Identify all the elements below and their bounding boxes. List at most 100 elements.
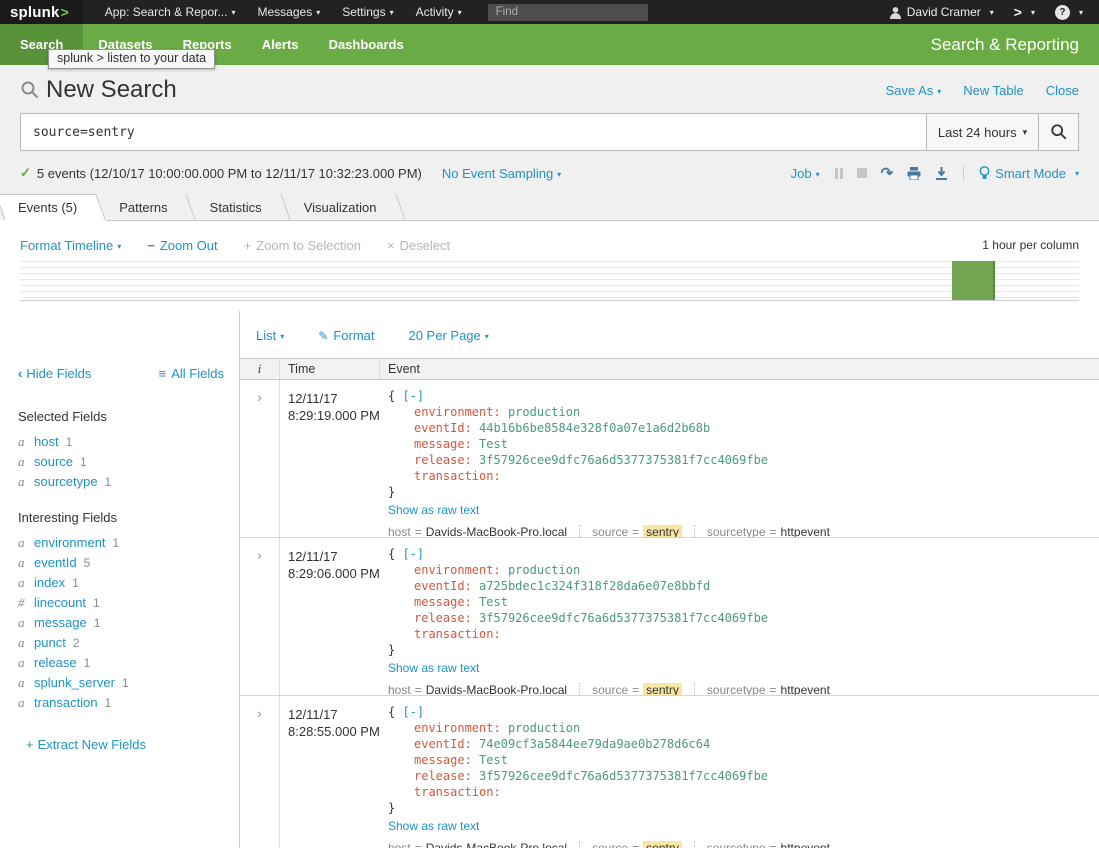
hide-fields-button[interactable]: Hide Fields — [18, 366, 91, 381]
splunk-logo[interactable]: splunk> — [0, 0, 83, 24]
json-collapse-toggle[interactable]: [-] — [402, 547, 424, 561]
host-field[interactable]: host=Davids-MacBook-Pro.local — [388, 841, 567, 848]
json-value[interactable]: a725bdec1c324f318f28da6e07e8bbfd — [479, 579, 710, 593]
chevron-down-icon — [231, 8, 235, 17]
fields-sidebar: Hide Fields All Fields Selected Fields a… — [0, 311, 240, 848]
list-view-menu[interactable]: List — [256, 328, 284, 343]
field-type-icon: a — [18, 695, 34, 711]
search-mode-menu[interactable]: Smart Mode — [979, 166, 1079, 181]
json-value[interactable]: 74e09cf3a5844ee79da9ae0b278d6c64 — [479, 737, 710, 751]
json-value[interactable]: production — [508, 405, 580, 419]
timeline-scale-label: 1 hour per column — [982, 238, 1079, 252]
nav-tab-alerts[interactable]: Alerts — [247, 24, 314, 65]
field-sourcetype[interactable]: asourcetype1 — [18, 474, 239, 494]
field-source[interactable]: asource1 — [18, 454, 239, 474]
json-value[interactable]: Test — [479, 437, 508, 451]
user-menu[interactable]: David Cramer — [889, 5, 994, 19]
extract-new-fields-button[interactable]: Extract New Fields — [26, 737, 239, 752]
deselect-button[interactable]: Deselect — [387, 238, 450, 253]
field-transaction[interactable]: atransaction1 — [18, 695, 239, 715]
all-fields-button[interactable]: All Fields — [159, 366, 224, 381]
activity-menu[interactable]: Activity — [416, 5, 462, 19]
events-table-header: i Time Event — [240, 358, 1099, 380]
messages-menu[interactable]: Messages — [258, 5, 321, 19]
field-punct[interactable]: apunct2 — [18, 635, 239, 655]
sourcetype-field[interactable]: sourcetype=httpevent — [694, 841, 830, 848]
field-splunk-server[interactable]: asplunk_server1 — [18, 675, 239, 695]
sourcetype-field[interactable]: sourcetype=httpevent — [694, 525, 830, 538]
field-name: source — [34, 454, 73, 469]
format-timeline-menu[interactable]: Format Timeline — [20, 238, 121, 253]
source-field[interactable]: source=sentry — [579, 683, 682, 696]
field-eventid[interactable]: aeventId5 — [18, 555, 239, 575]
app-menu[interactable]: App: Search & Repor... — [105, 5, 236, 19]
zoom-out-button[interactable]: Zoom Out — [147, 238, 217, 253]
field-linecount[interactable]: #linecount1 — [18, 595, 239, 615]
source-field[interactable]: source=sentry — [579, 525, 682, 538]
event-sampling-menu[interactable]: No Event Sampling — [442, 166, 561, 181]
pause-icon[interactable] — [835, 168, 843, 179]
json-value[interactable]: production — [508, 563, 580, 577]
find-input[interactable] — [488, 4, 648, 21]
field-count: 1 — [122, 676, 129, 690]
tab-statistics[interactable]: Statistics — [192, 194, 286, 220]
expand-event-icon[interactable]: › — [257, 390, 262, 404]
share-icon[interactable] — [881, 164, 894, 182]
field-count: 1 — [80, 455, 87, 469]
close-button[interactable]: Close — [1046, 83, 1079, 98]
field-name: punct — [34, 635, 66, 650]
show-raw-link[interactable]: Show as raw text — [388, 661, 479, 675]
print-icon[interactable] — [907, 167, 921, 180]
timeline-chart[interactable] — [20, 261, 1079, 301]
settings-menu[interactable]: Settings — [342, 5, 393, 19]
expand-event-icon[interactable]: › — [257, 548, 262, 562]
timeline-event-bar[interactable] — [952, 261, 995, 300]
source-field[interactable]: source=sentry — [579, 841, 682, 848]
format-menu[interactable]: Format — [318, 328, 374, 343]
stop-icon[interactable] — [857, 168, 867, 178]
json-value[interactable]: 3f57926cee9dfc76a6d5377375381f7cc4069fbe — [479, 453, 768, 467]
field-environment[interactable]: aenvironment1 — [18, 535, 239, 555]
json-value[interactable]: 3f57926cee9dfc76a6d5377375381f7cc4069fbe — [479, 769, 768, 783]
search-query-input[interactable] — [20, 113, 926, 151]
tab-events[interactable]: Events (5) — [0, 194, 101, 220]
show-raw-link[interactable]: Show as raw text — [388, 819, 479, 833]
json-value[interactable]: production — [508, 721, 580, 735]
divider — [963, 166, 964, 181]
field-host[interactable]: ahost1 — [18, 434, 239, 454]
event-json: { [-] environment: production eventId: 7… — [388, 704, 1099, 816]
tab-visualization[interactable]: Visualization — [286, 194, 401, 220]
expand-event-icon[interactable]: › — [257, 706, 262, 720]
field-message[interactable]: amessage1 — [18, 615, 239, 635]
search-button[interactable] — [1039, 113, 1079, 151]
sourcetype-field[interactable]: sourcetype=httpevent — [694, 683, 830, 696]
interesting-fields-title: Interesting Fields — [18, 510, 239, 525]
job-menu[interactable]: Job — [791, 166, 820, 181]
tab-patterns[interactable]: Patterns — [101, 194, 191, 220]
json-value[interactable]: 44b16b6be8584e328f0a07e1a6d2b68b — [479, 421, 710, 435]
field-release[interactable]: arelease1 — [18, 655, 239, 675]
zoom-to-selection-button[interactable]: Zoom to Selection — [244, 238, 361, 253]
nav-tab-dashboards[interactable]: Dashboards — [314, 24, 419, 65]
field-name: host — [34, 434, 59, 449]
export-icon[interactable] — [935, 167, 948, 180]
host-field[interactable]: host=Davids-MacBook-Pro.local — [388, 525, 567, 538]
time-range-picker[interactable]: Last 24 hours — [926, 113, 1039, 151]
per-page-menu[interactable]: 20 Per Page — [408, 328, 488, 343]
messenger-menu[interactable]: > — [1014, 4, 1035, 20]
field-index[interactable]: aindex1 — [18, 575, 239, 595]
messages-label: Messages — [258, 5, 313, 19]
help-menu[interactable] — [1055, 5, 1083, 20]
show-raw-link[interactable]: Show as raw text — [388, 503, 479, 517]
json-collapse-toggle[interactable]: [-] — [402, 705, 424, 719]
per-page-label: 20 Per Page — [408, 328, 480, 343]
event-timestamp: 12/11/17 8:29:06.000 PM — [280, 538, 380, 695]
json-collapse-toggle[interactable]: [-] — [402, 389, 424, 403]
new-table-button[interactable]: New Table — [963, 83, 1023, 98]
save-as-button[interactable]: Save As — [886, 83, 942, 98]
json-value[interactable]: Test — [479, 595, 508, 609]
json-value[interactable]: Test — [479, 753, 508, 767]
host-field[interactable]: host=Davids-MacBook-Pro.local — [388, 683, 567, 696]
job-status-row: 5 events (12/10/17 10:00:00.000 PM to 12… — [0, 151, 1099, 194]
json-value[interactable]: 3f57926cee9dfc76a6d5377375381f7cc4069fbe — [479, 611, 768, 625]
